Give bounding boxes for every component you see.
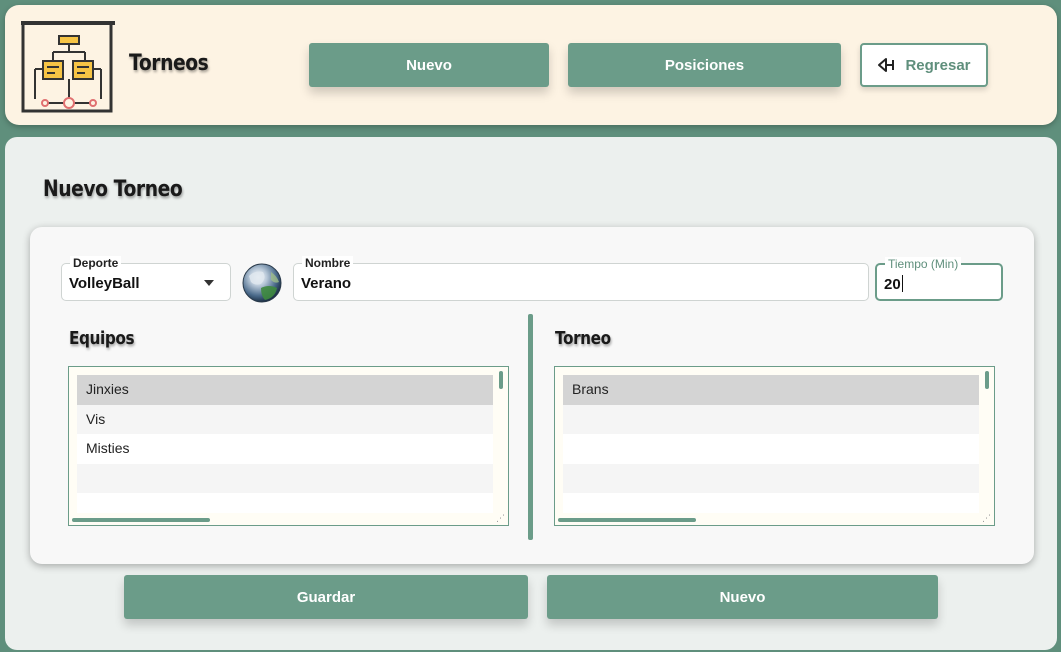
equipos-title: Equipos xyxy=(69,328,135,349)
list-item-empty xyxy=(563,493,979,513)
tiempo-value-wrap: 20 xyxy=(884,275,903,293)
list-item-empty xyxy=(563,404,979,434)
equipos-list[interactable]: Jinxies Vis Misties ⋰ xyxy=(68,366,509,526)
form-title: Nuevo Torneo xyxy=(43,177,183,202)
regresar-label: Regresar xyxy=(905,56,971,74)
list-item-empty xyxy=(563,434,979,464)
resize-grip-icon[interactable]: ⋰ xyxy=(496,514,505,523)
nombre-field[interactable]: Nombre Verano xyxy=(293,256,869,301)
horizontal-scrollbar[interactable] xyxy=(72,518,210,522)
deporte-label: Deporte xyxy=(70,256,122,270)
torneo-title: Torneo xyxy=(555,328,611,349)
chevron-down-icon[interactable] xyxy=(204,280,214,286)
form-panel: Nuevo Torneo Deporte VolleyBall Nombre V… xyxy=(5,137,1057,650)
torneo-list-rows: Brans xyxy=(563,375,979,513)
back-arrow-icon xyxy=(878,58,895,72)
nombre-value: Verano xyxy=(301,275,352,292)
form-card: Deporte VolleyBall Nombre Verano Tiempo … xyxy=(30,227,1034,564)
text-caret xyxy=(901,275,903,292)
vertical-scrollbar[interactable] xyxy=(985,371,989,389)
list-item-empty xyxy=(77,493,493,513)
list-item[interactable]: Jinxies xyxy=(77,375,493,405)
nombre-label: Nombre xyxy=(302,256,354,270)
tiempo-field[interactable]: Tiempo (Min) 20 xyxy=(875,257,1003,301)
form-nuevo-button[interactable]: Nuevo xyxy=(547,575,938,619)
resize-grip-icon[interactable]: ⋰ xyxy=(982,514,991,523)
header-nuevo-button[interactable]: Nuevo xyxy=(309,43,549,87)
posiciones-button[interactable]: Posiciones xyxy=(568,43,841,87)
vertical-divider xyxy=(528,314,533,540)
list-item-empty xyxy=(77,463,493,493)
list-item[interactable]: Vis xyxy=(77,404,493,434)
guardar-button[interactable]: Guardar xyxy=(124,575,528,619)
vertical-scrollbar[interactable] xyxy=(499,371,503,389)
equipos-list-rows: Jinxies Vis Misties xyxy=(77,375,493,513)
header-bar: Torneos Nuevo Posiciones Regresar xyxy=(5,5,1057,125)
list-item[interactable]: Brans xyxy=(563,375,979,405)
tiempo-value: 20 xyxy=(884,276,901,293)
volleyball-globe-icon xyxy=(242,263,282,303)
list-item-empty xyxy=(563,463,979,493)
list-item[interactable]: Misties xyxy=(77,434,493,464)
regresar-button[interactable]: Regresar xyxy=(860,43,988,87)
torneo-list[interactable]: Brans ⋰ xyxy=(554,366,995,526)
deporte-select[interactable]: Deporte VolleyBall xyxy=(61,256,231,301)
horizontal-scrollbar[interactable] xyxy=(558,518,696,522)
tournament-bracket-icon xyxy=(21,21,115,113)
deporte-value: VolleyBall xyxy=(69,275,140,292)
app-title: Torneos xyxy=(129,51,209,76)
tiempo-label: Tiempo (Min) xyxy=(885,257,962,271)
